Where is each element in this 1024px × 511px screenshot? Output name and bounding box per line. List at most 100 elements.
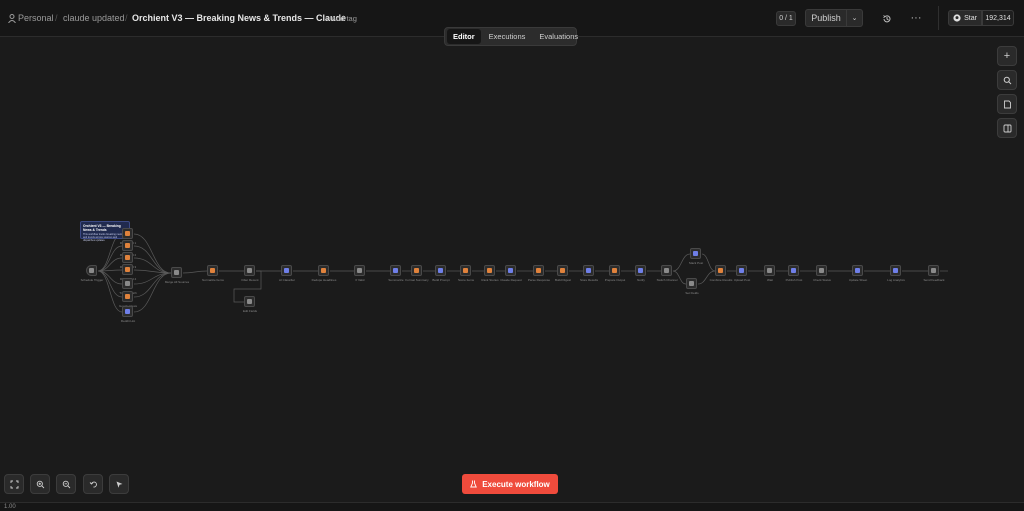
fit-view-icon — [10, 480, 18, 488]
workflow-node[interactable] — [788, 265, 799, 276]
zoom-in-button[interactable] — [30, 474, 50, 494]
workflow-node[interactable] — [609, 265, 620, 276]
code-icon — [487, 268, 492, 273]
add-node-button[interactable]: + — [997, 46, 1017, 66]
workflow-node[interactable] — [435, 265, 446, 276]
node-label: Log Analytics — [887, 278, 905, 282]
zoom-level: 1.00 — [4, 504, 16, 510]
workflow-node[interactable] — [460, 265, 471, 276]
workflow-node[interactable] — [635, 265, 646, 276]
pencil-icon — [247, 299, 252, 304]
workflow-node[interactable] — [122, 240, 133, 251]
workflow-node[interactable] — [852, 265, 863, 276]
breadcrumb-separator: / — [125, 13, 128, 23]
workflow-node[interactable] — [890, 265, 901, 276]
node-label: Summarize — [388, 278, 404, 282]
undo-icon — [89, 481, 97, 487]
zoom-in-icon — [36, 480, 44, 488]
rss-icon — [125, 231, 130, 236]
workflow-node[interactable] — [354, 265, 365, 276]
node-label: If Valid — [355, 278, 365, 282]
more-options-button[interactable]: ··· — [906, 8, 926, 28]
workflow-node[interactable] — [690, 248, 701, 259]
fit-view-button[interactable] — [4, 474, 24, 494]
node-label: Upload Post — [733, 278, 751, 282]
cursor-icon — [116, 481, 122, 488]
workflow-node[interactable] — [122, 228, 133, 239]
node-label: Update Sheet — [848, 278, 868, 282]
workflow-node[interactable] — [583, 265, 594, 276]
workflow-node[interactable] — [122, 252, 133, 263]
workflow-node[interactable] — [244, 265, 255, 276]
execute-workflow-label: Execute workflow — [482, 479, 550, 489]
star-label: Star — [964, 14, 977, 22]
star-count[interactable]: 192,314 — [982, 10, 1014, 26]
rss-icon — [125, 267, 130, 272]
workflow-node[interactable] — [505, 265, 516, 276]
sticky-note-icon — [1003, 100, 1011, 108]
chevron-down-icon: ⌄ — [851, 15, 858, 22]
node-label: Wait — [767, 278, 773, 282]
connection-edge — [672, 253, 691, 272]
globe-icon — [438, 268, 443, 273]
clock-icon — [767, 268, 772, 273]
execution-counter: 0 / 1 — [776, 11, 796, 26]
github-star-button[interactable]: Star — [948, 10, 982, 26]
selection-mode-button[interactable] — [109, 474, 129, 494]
globe-icon — [791, 268, 796, 273]
node-label: Store Results — [579, 278, 599, 282]
zoom-out-button[interactable] — [56, 474, 76, 494]
workflow-node[interactable] — [122, 291, 133, 302]
workflow-node[interactable] — [661, 265, 672, 276]
execute-workflow-button[interactable]: Execute workflow — [462, 474, 558, 494]
reset-zoom-button[interactable] — [83, 474, 103, 494]
workflow-node[interactable] — [122, 306, 133, 317]
filter-icon — [357, 268, 362, 273]
workflow-node[interactable] — [318, 265, 329, 276]
workflow-node[interactable] — [86, 265, 97, 276]
publish-button[interactable]: Publish — [805, 9, 847, 27]
breadcrumb-project[interactable]: claude updated — [63, 13, 125, 23]
workflow-node[interactable] — [122, 264, 133, 275]
node-label: Dedupe Headlines — [311, 278, 337, 282]
workflow-node[interactable] — [281, 265, 292, 276]
node-label: Parse Response — [527, 278, 551, 282]
history-button[interactable] — [877, 9, 897, 29]
add-sticky-button[interactable] — [997, 94, 1017, 114]
search-nodes-button[interactable] — [997, 70, 1017, 90]
workflow-canvas[interactable]: Orchient V3 — Breaking News & Trends Thi… — [0, 37, 1024, 502]
node-label: Slack Post — [688, 261, 704, 265]
workflow-node[interactable] — [736, 265, 747, 276]
rss-icon — [125, 294, 130, 299]
breadcrumb-personal[interactable]: Personal — [18, 13, 54, 23]
toggle-panel-button[interactable] — [997, 118, 1017, 138]
workflow-node[interactable] — [557, 265, 568, 276]
workflow-node[interactable] — [928, 265, 939, 276]
node-label: Check Status — [813, 278, 831, 282]
workflow-title[interactable]: Orchient V3 — Breaking News & Trends — C… — [132, 13, 346, 23]
workflow-node[interactable] — [122, 278, 133, 289]
node-label: Combine Results — [709, 278, 733, 282]
workflow-node[interactable] — [715, 265, 726, 276]
workflow-node[interactable] — [533, 265, 544, 276]
workflow-node[interactable] — [484, 265, 495, 276]
workflow-node[interactable] — [764, 265, 775, 276]
node-label: Build Prompt — [432, 278, 450, 282]
node-label: Reddit Hot — [120, 319, 136, 323]
workflow-node[interactable] — [411, 265, 422, 276]
publish-options-button[interactable]: ⌄ — [846, 9, 863, 27]
connection-edge — [701, 253, 716, 272]
workflow-node[interactable] — [390, 265, 401, 276]
code-icon — [321, 268, 326, 273]
add-tag-link[interactable]: + Add tag — [325, 14, 357, 23]
node-label: Notify — [637, 278, 645, 282]
workflow-node[interactable] — [244, 296, 255, 307]
workflow-node[interactable] — [207, 265, 218, 276]
globe-icon — [855, 268, 860, 273]
node-label: AI Classifier — [278, 278, 296, 282]
globe-icon — [893, 268, 898, 273]
connection-edge — [133, 272, 172, 298]
workflow-node[interactable] — [816, 265, 827, 276]
workflow-node[interactable] — [686, 278, 697, 289]
workflow-node[interactable] — [171, 267, 182, 278]
